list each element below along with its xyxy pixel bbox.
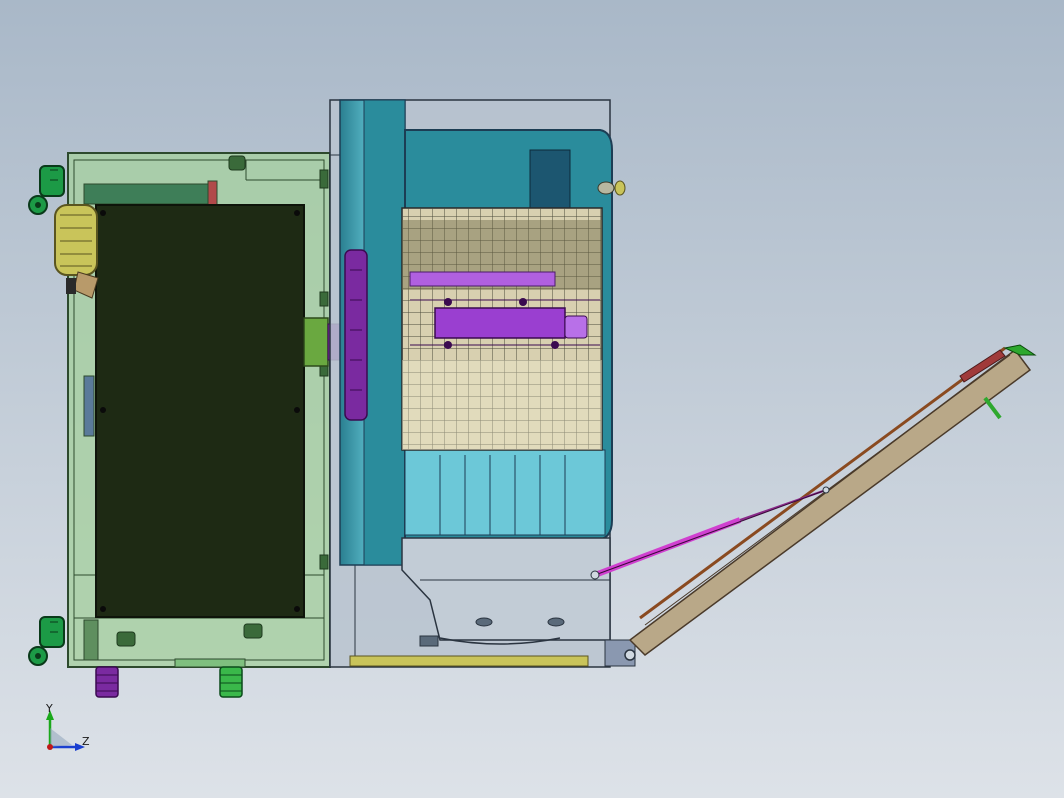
cad-viewport[interactable]: Y Z <box>0 0 1064 798</box>
base-plate <box>349 655 589 667</box>
origin-marker <box>47 744 53 750</box>
control-panel-board[interactable] <box>95 204 305 618</box>
top-right-fitting[interactable] <box>597 180 626 196</box>
z-axis-label: Z <box>82 735 90 748</box>
drum-ring[interactable] <box>339 99 406 566</box>
cable-connector-purple[interactable] <box>95 666 119 698</box>
hinge-pin[interactable] <box>624 649 636 661</box>
cad-drawing: Y Z <box>0 0 1064 798</box>
cable-connector-green[interactable] <box>219 666 243 698</box>
y-axis-label: Y <box>45 702 53 715</box>
